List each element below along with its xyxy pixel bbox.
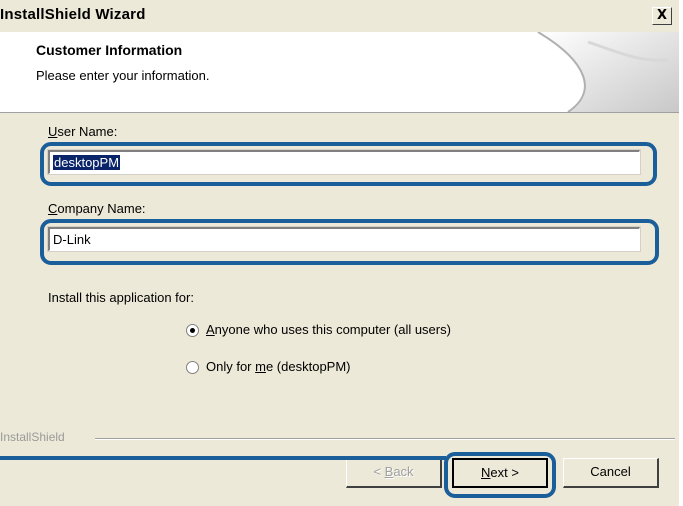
page-title: Customer Information [36,42,183,58]
user-name-label: User Name: [48,124,118,139]
installshield-wizard-window: InstallShield Wizard X Customer Informat… [0,0,679,506]
back-button[interactable]: < Back [346,458,442,488]
page-subtitle: Please enter your information. [36,68,210,83]
close-icon: X [656,8,668,23]
installshield-brand: InstallShield [0,430,65,444]
company-name-callout [40,219,659,265]
company-name-label: Company Name: [48,201,146,216]
cancel-button[interactable]: Cancel [563,458,659,488]
radio-only-me-button[interactable] [186,361,199,374]
callout-pointer-line [0,456,446,460]
window-title: InstallShield Wizard [0,6,146,23]
close-button[interactable]: X [652,7,672,25]
radio-all-users-button[interactable] [186,324,199,337]
radio-all-users-label: Anyone who uses this computer (all users… [206,322,451,337]
wizard-banner-icon [537,32,679,112]
title-bar: InstallShield Wizard X [0,0,679,32]
install-for-label: Install this application for: [48,290,194,305]
wizard-header: Customer Information Please enter your i… [0,32,679,113]
user-name-callout [40,142,657,186]
footer-divider [95,438,675,440]
next-button-callout [444,452,556,498]
radio-only-me-label: Only for me (desktopPM) [206,359,351,374]
